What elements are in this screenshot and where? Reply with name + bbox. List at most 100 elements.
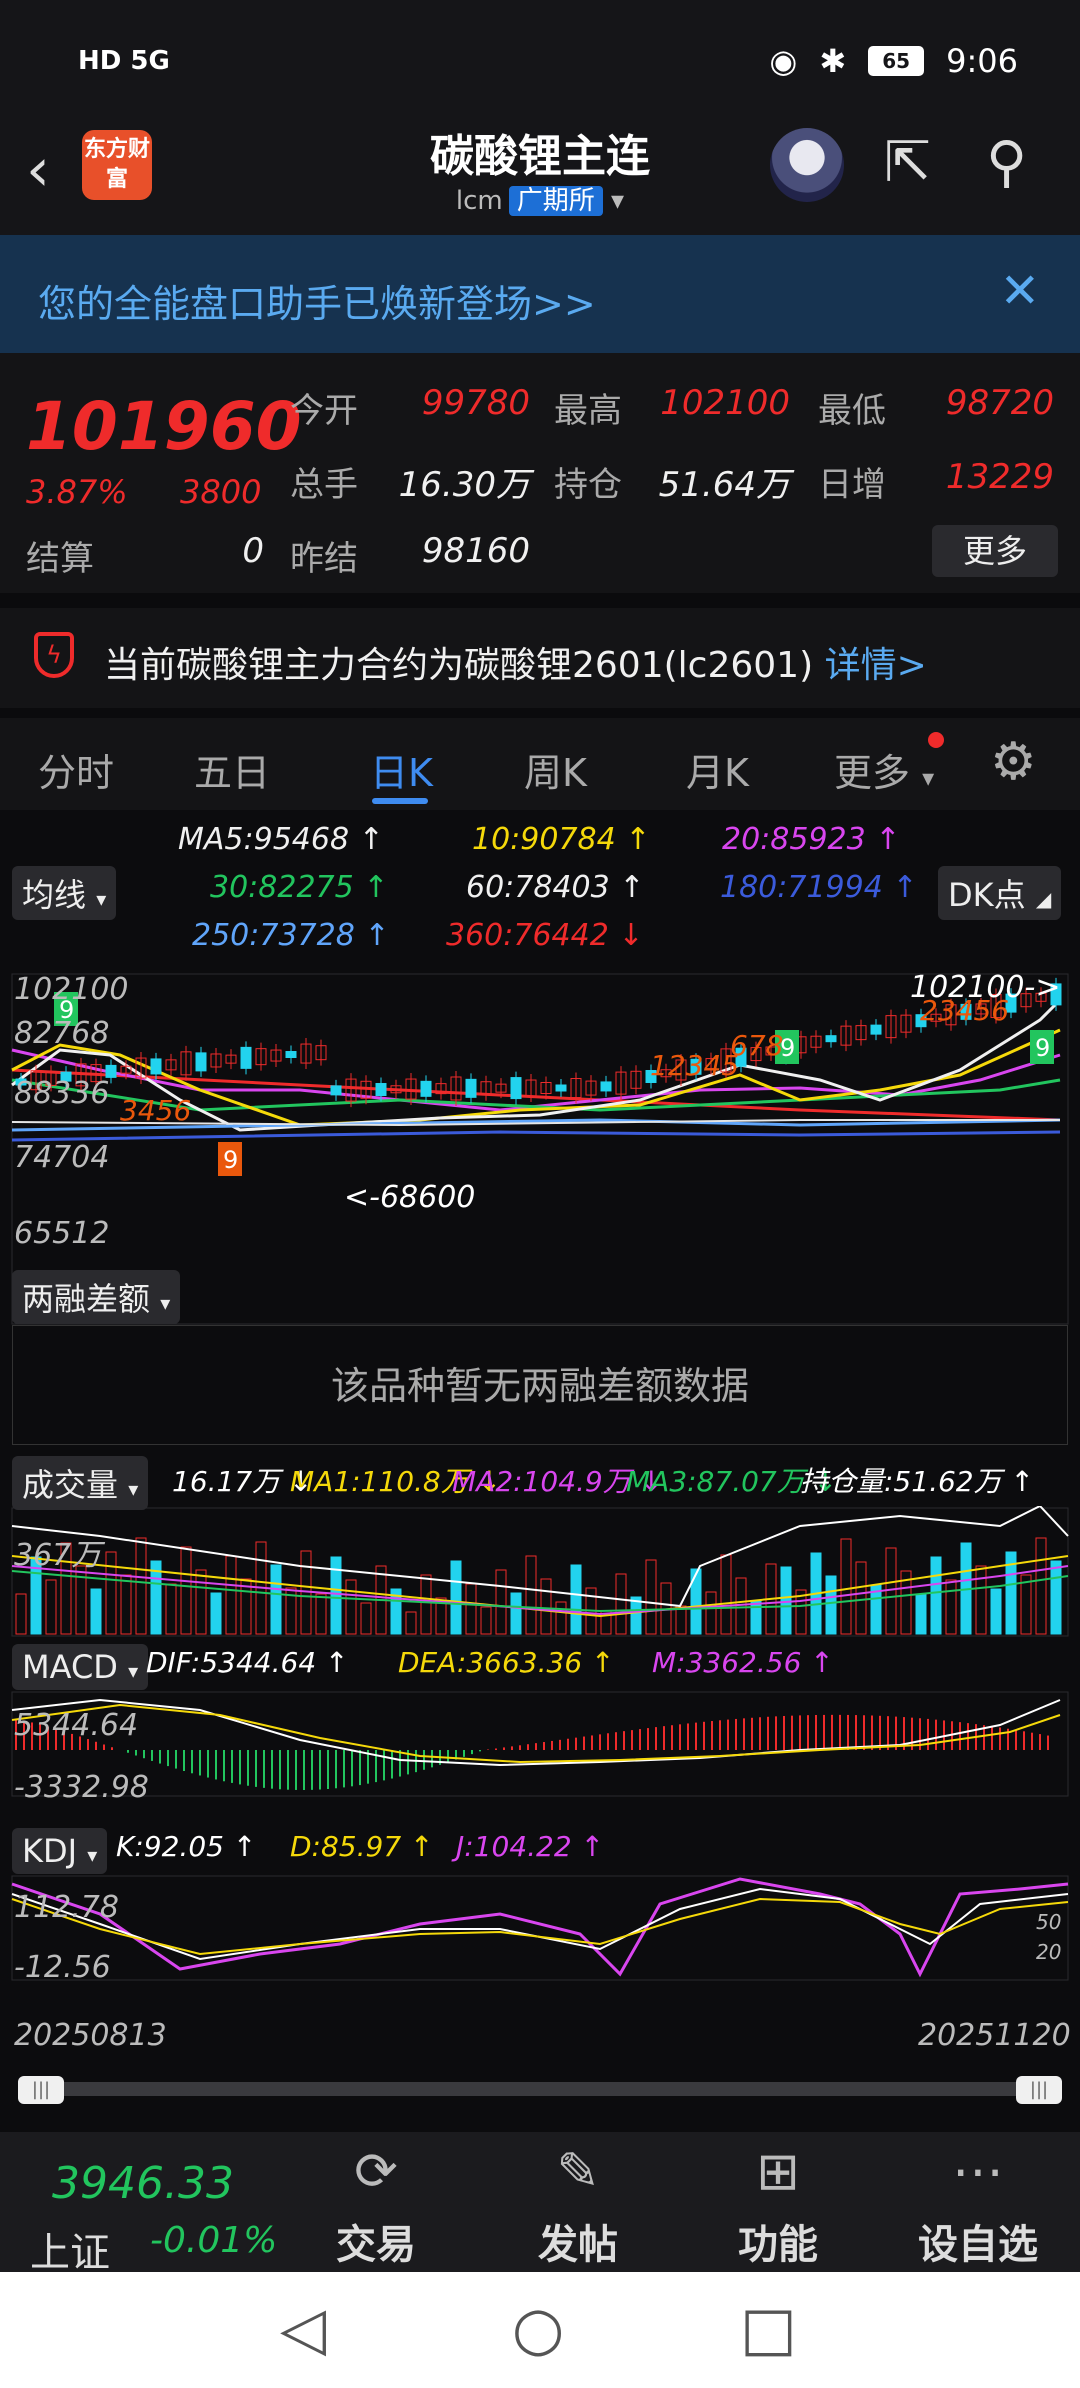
post-button[interactable]: ✎ 发帖 <box>518 2142 638 2270</box>
chevron-down-icon: ▾ <box>922 764 935 792</box>
volume-bar <box>705 1591 717 1635</box>
details-link[interactable]: 详情> <box>825 645 927 686</box>
index-name: 上证 <box>30 2230 110 2276</box>
range-slider-track[interactable] <box>18 2082 1058 2096</box>
volume-bar <box>90 1588 102 1635</box>
tab-weekly-k[interactable]: 周K <box>524 742 587 797</box>
share-icon[interactable]: ⇱ <box>884 130 931 195</box>
more-button[interactable]: 更多 <box>932 525 1058 577</box>
index-value: 3946.33 <box>52 2158 234 2209</box>
volume-bar <box>615 1573 627 1635</box>
ma-dropdown[interactable]: 均线 ▾ <box>12 866 117 920</box>
exchange-badge: 广期所 <box>508 186 603 216</box>
tab-monthly-k[interactable]: 月K <box>686 742 749 797</box>
banner-text: 您的全能盘口助手已焕新登场>> <box>38 282 596 326</box>
candle-body <box>870 1024 882 1035</box>
volume-dropdown[interactable]: 成交量 ▾ <box>12 1456 149 1510</box>
ma-dropdown-label: 均线 <box>22 876 87 914</box>
dk-dropdown[interactable]: DK点 ◢ <box>938 866 1062 920</box>
post-label: 发帖 <box>538 2222 618 2268</box>
candle-body <box>240 1046 252 1069</box>
add-watchlist-button[interactable]: ⋯ 设自选 <box>918 2142 1038 2270</box>
candle-group <box>15 977 1062 1108</box>
tab-intraday[interactable]: 分时 <box>38 742 114 797</box>
prev-settle-label: 昨结 <box>290 539 358 579</box>
candle-body <box>285 1051 297 1059</box>
volume-bar <box>450 1560 462 1635</box>
volume-bar <box>690 1568 702 1635</box>
range-handle-right[interactable]: ||| <box>1016 2076 1062 2104</box>
volume-bar <box>165 1583 177 1635</box>
candle-body <box>150 1058 162 1075</box>
candle-body <box>465 1078 477 1098</box>
dk-sequence: 12345 <box>650 1049 739 1082</box>
nav-back-icon[interactable]: ◁ <box>280 2294 326 2364</box>
ma30-label: 30:82275 ↑ <box>210 870 389 905</box>
contract-notice[interactable]: ϟ 当前碳酸锂主力合约为碳酸锂2601(lc2601) 详情> <box>0 608 1080 708</box>
volume-bar <box>1020 1574 1032 1635</box>
volume-bar <box>120 1574 132 1635</box>
candle-body <box>420 1080 432 1097</box>
ma5-label: MA5:95468 ↑ <box>178 822 384 857</box>
price-axis-high: 102100 <box>14 972 129 1007</box>
volume-bar <box>345 1579 357 1635</box>
candle-body <box>555 1084 567 1092</box>
kdj-k: K:92.05 ↑ <box>116 1830 257 1863</box>
volume-axis: 367万 <box>14 1538 102 1573</box>
function-button[interactable]: ⊞ 功能 <box>718 2142 838 2270</box>
candle-body <box>375 1083 387 1097</box>
chevron-down-icon: ◢ <box>1035 887 1052 911</box>
gear-icon[interactable]: ⚙ <box>990 732 1037 792</box>
tab-daily-k[interactable]: 日K <box>370 742 433 797</box>
chart-area[interactable]: MA5:95468 ↑ 10:90784 ↑ 20:85923 ↑ 均线 ▾ 3… <box>0 810 1080 2132</box>
volume-bar <box>405 1611 417 1635</box>
range-handle-left[interactable]: ||| <box>18 2076 64 2104</box>
volume-bar <box>480 1606 492 1635</box>
kdj-level-20: 20 <box>1036 1940 1062 1964</box>
eye-icon: ◉ <box>769 42 798 80</box>
high-value: 102100 <box>660 383 790 423</box>
oi-line <box>11 1506 1069 1608</box>
macd-m: M:3362.56 ↑ <box>652 1646 834 1679</box>
kdj-dropdown[interactable]: KDJ ▾ <box>12 1828 108 1874</box>
low-value: 98720 <box>945 383 1054 423</box>
dk-sequence: 678 <box>730 1029 783 1062</box>
trade-icon: ⟳ <box>354 2142 398 2202</box>
volume-bar <box>540 1578 552 1635</box>
ma20-label: 20:85923 ↑ <box>722 822 901 857</box>
volume-bar <box>915 1593 927 1635</box>
macd-dropdown[interactable]: MACD ▾ <box>12 1644 149 1690</box>
volume-bar <box>495 1569 507 1635</box>
edit-icon: ✎ <box>556 2142 600 2202</box>
trade-button[interactable]: ⟳ 交易 <box>316 2142 436 2270</box>
kdj-j: J:104.22 ↑ <box>456 1830 605 1863</box>
volume-bar <box>465 1583 477 1635</box>
open-label: 今开 <box>290 391 358 431</box>
search-icon[interactable]: ⚲ <box>986 130 1027 195</box>
close-icon[interactable]: ✕ <box>1000 263 1040 319</box>
network-indicator: HD 5G <box>78 46 170 76</box>
nav-recents-icon[interactable]: □ <box>740 2294 797 2364</box>
ma360-label: 360:76442 ↓ <box>446 918 644 953</box>
oi-label: 持仓 <box>554 465 622 505</box>
kdj-level-50: 50 <box>1036 1910 1062 1934</box>
kdj-axis-bottom: -12.56 <box>14 1950 111 1985</box>
tab-five-day[interactable]: 五日 <box>194 742 270 797</box>
macd-histogram <box>15 1714 1049 1790</box>
daily-inc-label: 日增 <box>818 465 886 505</box>
nav-home-icon[interactable]: ○ <box>512 2294 564 2364</box>
volume-bar <box>975 1565 987 1635</box>
volume-bar <box>780 1566 792 1635</box>
candle-body <box>600 1081 612 1092</box>
settle-value: 0 <box>242 531 264 571</box>
kdj-d: D:85.97 ↑ <box>290 1830 434 1863</box>
assistant-robot-icon[interactable] <box>770 128 844 202</box>
volume-bar <box>855 1561 867 1635</box>
notice-message: 当前碳酸锂主力合约为碳酸锂2601(lc2601) <box>104 645 814 686</box>
margin-dropdown[interactable]: 两融差额 ▾ <box>12 1270 181 1324</box>
volume-bar <box>525 1555 537 1635</box>
promo-banner[interactable]: 您的全能盘口助手已焕新登场>> ✕ <box>0 235 1080 353</box>
tab-more[interactable]: 更多 ▾ <box>834 742 934 797</box>
date-end: 20251120 <box>918 2018 1071 2053</box>
low-label: 最低 <box>818 391 886 431</box>
